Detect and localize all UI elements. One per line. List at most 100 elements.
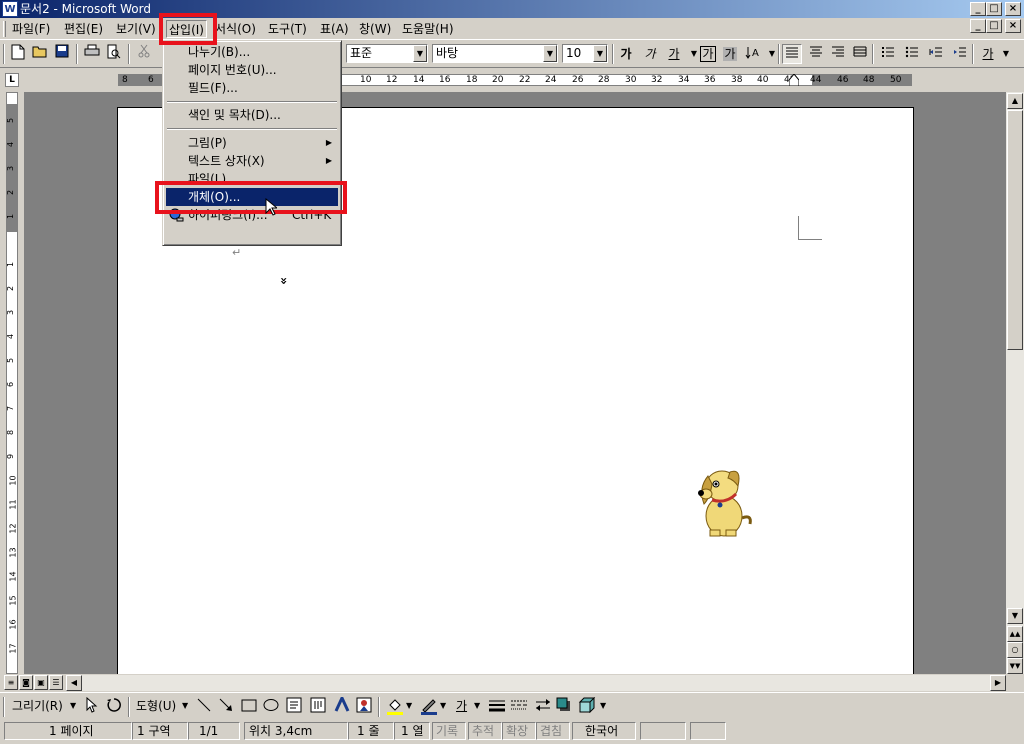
italic-button[interactable]: 가 [640,44,660,64]
font-color-button[interactable]: 가 [978,44,998,64]
scrollbar-thumb[interactable] [1007,110,1023,350]
arrow-tool-icon[interactable] [218,697,234,715]
menu-file[interactable]: 파일(F) [10,20,52,38]
right-indent-marker[interactable] [789,74,799,86]
browse-object-icon[interactable]: ○ [1007,642,1023,658]
scroll-down-icon[interactable]: ▼ [1007,608,1023,624]
char-border-button[interactable]: 가 [698,44,718,64]
shadow-icon[interactable] [556,697,572,715]
chevron-down-icon[interactable]: ▼ [440,697,446,715]
menu-item-hyperlink[interactable]: 하이퍼링크(I)... Ctrl+K [166,206,338,224]
menu-item-text-box[interactable]: 텍스트 상자(X) ▶ [166,152,338,170]
bulleted-list-icon[interactable] [902,44,922,64]
chevron-down-icon[interactable]: ▼ [182,697,188,715]
free-rotate-icon[interactable] [106,697,122,715]
minimize-button[interactable]: _ [970,2,986,16]
chevron-down-icon[interactable]: ▼ [70,697,76,715]
chevron-down-icon[interactable]: ▼ [543,45,557,62]
menu-help[interactable]: 도움말(H) [400,20,456,38]
menu-insert[interactable]: 삽입(I) [166,20,207,38]
increase-indent-icon[interactable] [950,44,970,64]
bold-button[interactable]: 가 [616,44,636,64]
doc-minimize-button[interactable]: _ [970,19,986,33]
normal-view-icon[interactable]: ≡ [4,675,18,690]
menu-item-index-and-tables[interactable]: 색인 및 목차(D)... [166,106,338,124]
print-layout-view-icon[interactable]: ▣ [34,675,48,690]
open-folder-icon[interactable] [30,44,50,64]
status-language[interactable]: 한국어 [572,722,636,740]
line-style-icon[interactable] [488,697,506,715]
vertical-scrollbar[interactable]: ▲ ▼ ▲▲ ○ ▼▼ [1006,92,1024,674]
select-objects-icon[interactable] [86,696,98,715]
scroll-right-icon[interactable]: ▶ [990,675,1006,691]
chevron-down-icon[interactable]: ▼ [413,45,427,62]
style-combobox[interactable]: 표준 ▼ [346,44,428,63]
menu-item-picture[interactable]: 그림(P) ▶ [166,134,338,152]
print-icon[interactable] [82,44,102,64]
arrow-style-icon[interactable] [534,697,552,715]
dash-style-icon[interactable] [510,697,528,715]
font-combobox[interactable]: 바탕 ▼ [432,44,558,63]
text-direction-icon[interactable]: A [744,44,764,64]
wordart-icon[interactable] [334,694,350,715]
chevron-down-icon[interactable]: ▼ [600,697,606,715]
text-box-tool-icon[interactable] [286,697,302,715]
menu-item-field[interactable]: 필드(F)... [166,79,338,97]
horizontal-scrollbar[interactable]: ◀ ▶ [66,675,1006,691]
status-ext[interactable]: 확장 [502,722,536,740]
menu-item-break[interactable]: 나누기(B)... [166,43,338,61]
font-size-combobox[interactable]: 10 ▼ [562,44,608,63]
vertical-text-box-icon[interactable] [310,697,326,715]
status-trk[interactable]: 추적 [468,722,502,740]
scroll-left-icon[interactable]: ◀ [66,675,82,691]
maximize-button[interactable]: □ [986,2,1002,16]
menu-view[interactable]: 보기(V) [114,20,158,38]
chevron-down-icon[interactable]: ▼ [593,45,607,62]
tab-selector[interactable]: L [5,73,19,87]
3d-icon[interactable] [578,696,596,715]
underline-button[interactable]: 가 [664,44,684,64]
cut-icon[interactable] [134,44,154,64]
menu-format[interactable]: 서식(O) [213,20,258,38]
menu-item-page-numbers[interactable]: 페이지 번호(U)... [166,61,338,79]
char-shade-button[interactable]: 가 [720,44,740,64]
title-bar[interactable]: W 문서2 - Microsoft Word _ □ × [0,0,1024,18]
menu-bar-grip[interactable] [3,21,6,37]
menu-item-object[interactable]: 개체(O)... [166,188,338,206]
toolbar-grip[interactable] [3,697,5,717]
line-color-icon[interactable] [420,697,438,715]
close-button[interactable]: × [1005,2,1021,16]
oval-tool-icon[interactable] [262,697,280,715]
right-align-icon[interactable] [828,44,848,64]
chevron-down-icon[interactable]: ▼ [474,697,480,715]
outline-view-icon[interactable]: ☰ [49,675,63,690]
fill-color-icon[interactable] [386,697,404,715]
chevron-down-icon[interactable]: ▼ [996,44,1016,64]
word-app-icon[interactable]: W [2,1,18,17]
office-assistant-dog-icon[interactable] [692,458,754,538]
menu-window[interactable]: 창(W) [357,20,393,38]
decrease-indent-icon[interactable] [926,44,946,64]
menu-tools[interactable]: 도구(T) [266,20,309,38]
chevron-down-icon[interactable]: ▼ [406,697,412,715]
center-align-icon[interactable] [806,44,826,64]
menu-item-file[interactable]: 파일(L)... [166,170,338,188]
scroll-up-icon[interactable]: ▲ [1007,93,1023,109]
doc-close-button[interactable]: × [1005,19,1021,33]
drawing-font-color-button[interactable]: 가 [456,697,467,715]
menu-expand-icon[interactable]: » [275,195,293,285]
previous-page-icon[interactable]: ▲▲ [1007,626,1023,642]
save-icon[interactable] [52,44,72,64]
draw-menu-button[interactable]: 그리기(R) [12,697,63,715]
menu-edit[interactable]: 편집(E) [62,20,105,38]
vertical-ruler[interactable]: 5 4 3 2 1 1 2 3 4 5 6 7 8 9 10 11 12 13 … [4,92,20,674]
numbered-list-icon[interactable] [878,44,898,64]
status-spelling[interactable] [640,722,686,740]
status-ovr[interactable]: 겹침 [536,722,570,740]
status-rec[interactable]: 기록 [432,722,466,740]
rectangle-tool-icon[interactable] [240,697,258,715]
next-page-icon[interactable]: ▼▼ [1007,658,1023,674]
clip-art-icon[interactable] [356,697,372,715]
doc-restore-button[interactable]: □ [986,19,1002,33]
line-tool-icon[interactable] [196,697,212,715]
